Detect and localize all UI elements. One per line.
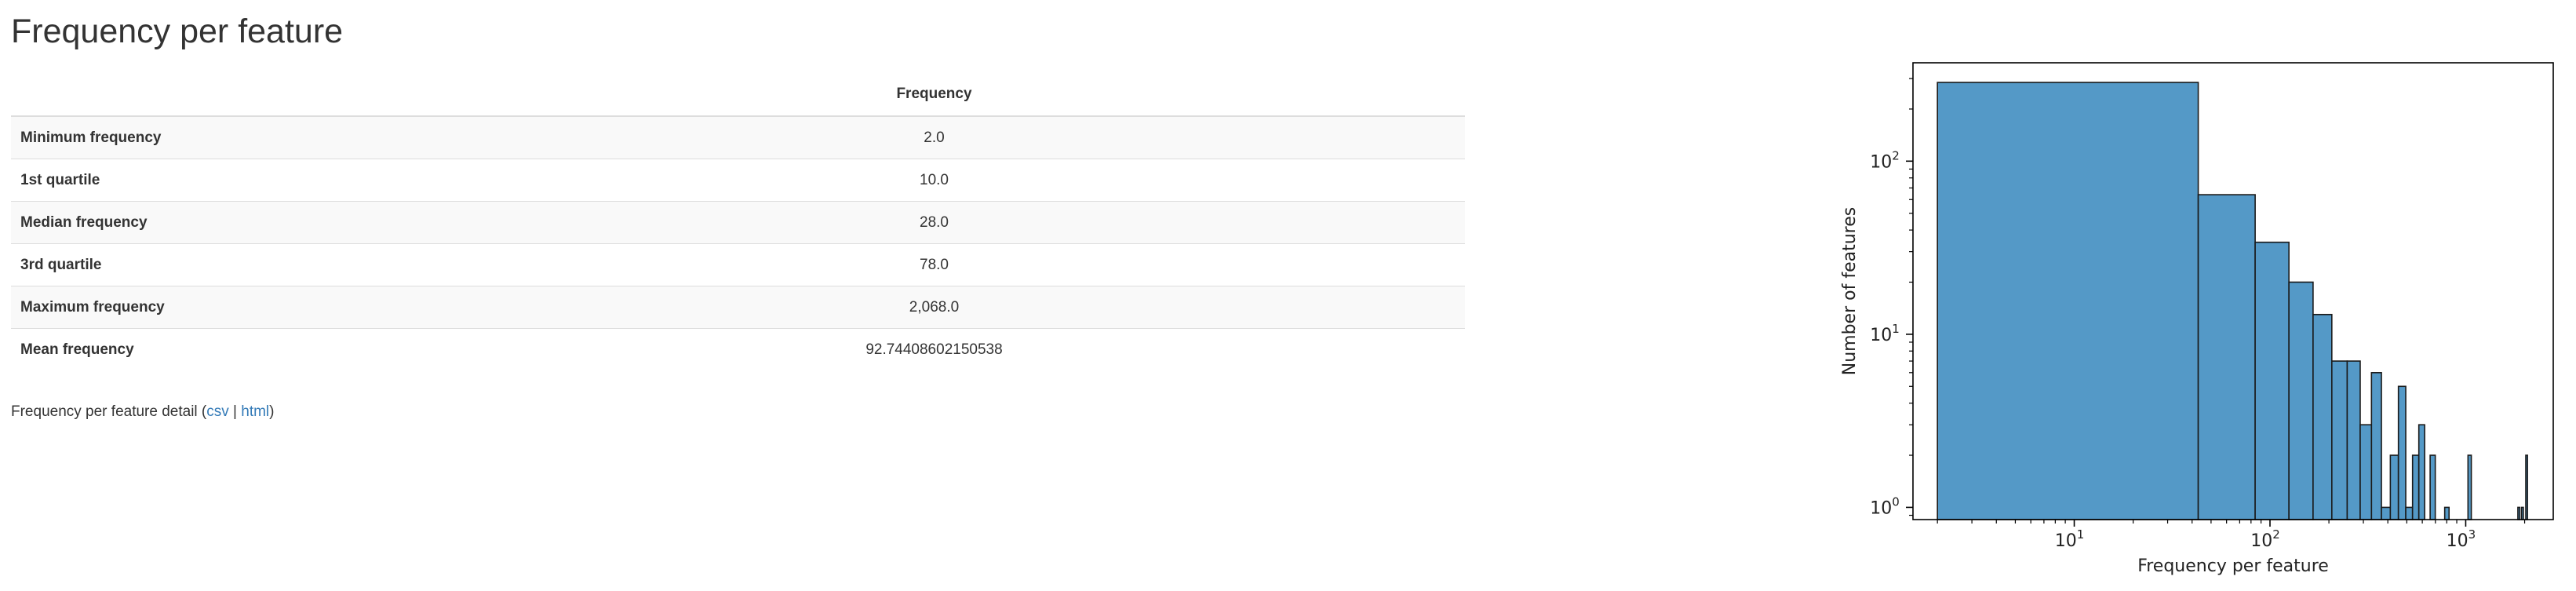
histogram-bar	[2517, 506, 2521, 520]
row-value: 78.0	[403, 243, 1465, 286]
row-value: 2.0	[403, 115, 1465, 159]
table-row: Maximum frequency 2,068.0	[11, 286, 1465, 329]
histogram-bar	[2370, 372, 2382, 520]
row-value: 10.0	[403, 159, 1465, 202]
histogram-bar	[2389, 454, 2399, 520]
frequency-histogram: 101 102 103 100 101 102 Frequency per feature N…	[1840, 62, 2554, 576]
detail-suffix: )	[269, 403, 275, 420]
html-link[interactable]: html	[241, 403, 269, 420]
histogram-bar	[2418, 424, 2425, 520]
table-row: 1st quartile 10.0	[11, 159, 1465, 202]
row-label: Maximum frequency	[11, 286, 403, 329]
row-label: Mean frequency	[11, 328, 403, 370]
y-tick-label: 100	[1870, 494, 1900, 518]
y-tick-label: 101	[1870, 322, 1900, 345]
histogram-bar	[2405, 506, 2414, 520]
x-axis-label: Frequency per feature	[2137, 556, 2329, 576]
row-label: Minimum frequency	[11, 115, 403, 159]
histogram-bar	[2312, 313, 2333, 520]
x-tick-label: 103	[2447, 527, 2476, 551]
frequency-detail-links: Frequency per feature detail (csv | html…	[11, 403, 274, 421]
x-tick-label: 101	[2055, 527, 2085, 551]
y-axis-label: Number of features	[1840, 207, 1860, 375]
table-row: Minimum frequency 2.0	[11, 115, 1465, 159]
row-label: Median frequency	[11, 201, 403, 244]
row-value: 2,068.0	[403, 286, 1465, 329]
csv-link[interactable]: csv	[206, 403, 229, 420]
histogram-bar	[2346, 360, 2361, 520]
table-row: 3rd quartile 78.0	[11, 243, 1465, 286]
histogram-bar	[2525, 454, 2528, 520]
histogram-bar	[2381, 506, 2392, 520]
row-label-header	[11, 73, 403, 117]
row-label: 3rd quartile	[11, 243, 403, 286]
histogram-bar	[2443, 506, 2450, 520]
x-tick-label: 102	[2250, 527, 2280, 551]
page-title: Frequency per feature	[11, 13, 344, 50]
histogram-bar	[2331, 360, 2348, 520]
row-value: 28.0	[403, 201, 1465, 244]
table-header-row: Frequency	[11, 73, 1465, 117]
frequency-summary-table: Frequency Minimum frequency 2.0 1st quar…	[11, 73, 1465, 370]
histogram-bar	[2520, 506, 2524, 520]
histogram-bar	[2411, 454, 2420, 520]
histogram-bar	[2359, 424, 2373, 520]
histogram-bar	[2288, 281, 2314, 520]
frequency-column-header: Frequency	[403, 73, 1465, 117]
table-row: Median frequency 28.0	[11, 201, 1465, 244]
table-row: Mean frequency 92.74408602150538	[11, 328, 1465, 370]
histogram-bar	[2429, 454, 2436, 520]
link-separator: |	[228, 403, 242, 420]
histogram-bar	[2397, 385, 2407, 520]
histogram-bar	[2254, 241, 2290, 520]
detail-prefix: Frequency per feature detail (	[11, 403, 207, 420]
row-value: 92.74408602150538	[403, 328, 1465, 370]
histogram-bar	[2467, 454, 2472, 520]
y-tick-label: 102	[1870, 148, 1900, 172]
row-label: 1st quartile	[11, 159, 403, 202]
histogram-bar	[1937, 82, 2199, 520]
histogram-bar	[2197, 194, 2256, 520]
